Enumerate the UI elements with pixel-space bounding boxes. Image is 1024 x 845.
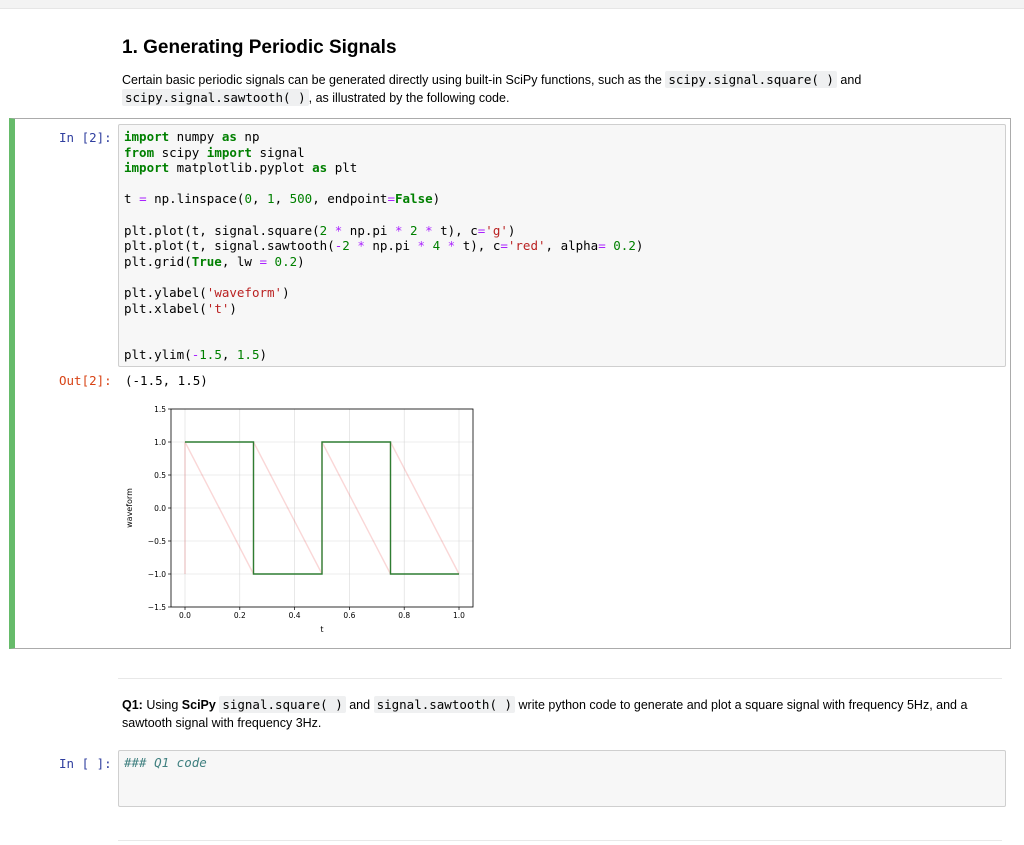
notebook-top-bar xyxy=(0,0,1024,9)
code-editor[interactable]: import numpy as np from scipy import sig… xyxy=(118,124,1006,367)
cell-output-text: (-1.5, 1.5) xyxy=(125,373,208,388)
x-tick-label: 0.6 xyxy=(343,611,355,620)
q1-paragraph: Q1: Using SciPy signal.square( ) and sig… xyxy=(122,696,968,730)
y-tick-label: −0.5 xyxy=(148,537,166,546)
x-tick-label: 0.2 xyxy=(234,611,246,620)
code-editor-q1[interactable]: ### Q1 code xyxy=(118,750,1006,807)
cell-divider xyxy=(118,678,1002,679)
y-tick-label: −1.0 xyxy=(148,570,166,579)
intro-paragraph: Certain basic periodic signals can be ge… xyxy=(122,71,862,106)
waveform-plot: 1.5 1.0 0.5 0.0 −0.5 −1.0 −1.5 0.0 0.2 0.4 0.6 0.8… xyxy=(125,405,474,634)
y-tick-label: 0.5 xyxy=(154,471,166,480)
cell-input-prompt: In [2]: xyxy=(59,130,112,145)
y-tick-label: 1.5 xyxy=(154,405,166,414)
bottom-divider xyxy=(118,840,1002,841)
cell-output-prompt: Out[2]: xyxy=(59,373,112,388)
x-axis-label: t xyxy=(320,625,323,634)
x-tick-label: 1.0 xyxy=(453,611,465,620)
code-comment: ### Q1 code xyxy=(124,755,207,770)
y-tick-label: 1.0 xyxy=(154,438,166,447)
y-tick-label: −1.5 xyxy=(148,603,166,612)
x-tick-label: 0.4 xyxy=(289,611,301,620)
x-tick-label: 0.8 xyxy=(398,611,410,620)
cell2-input-prompt: In [ ]: xyxy=(59,756,112,771)
x-tick-label: 0.0 xyxy=(179,611,191,620)
section-title: 1. Generating Periodic Signals xyxy=(122,37,397,58)
y-tick-label: 0.0 xyxy=(154,504,166,513)
y-axis-label: waveform xyxy=(125,488,134,528)
